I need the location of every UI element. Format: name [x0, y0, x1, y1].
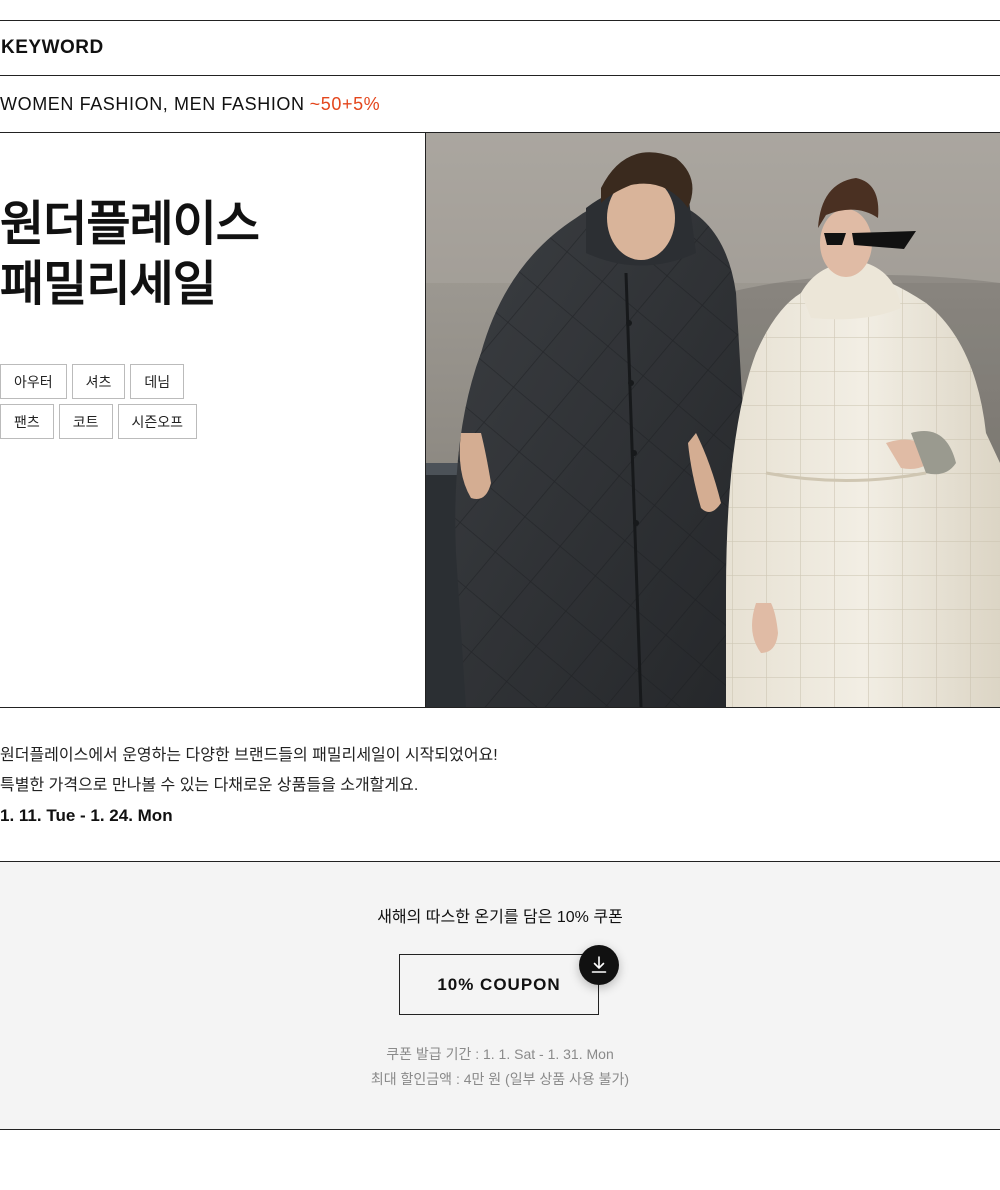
hero-title-line1: 원더플레이스	[0, 198, 260, 251]
hero-title: 원더플레이스 패밀리세일	[0, 195, 260, 315]
sale-period: 1. 11. Tue - 1. 24. Mon	[0, 806, 173, 825]
coupon-bottom-divider	[0, 1129, 1000, 1130]
keyword-header: KEYWORD	[0, 21, 1000, 75]
hero-title-line2: 패밀리세일	[0, 258, 217, 311]
coupon-heading: 새해의 따스한 온기를 담은 10% 쿠폰	[377, 909, 623, 926]
download-icon[interactable]	[579, 945, 619, 985]
category-line: WOMEN FASHION, MEN FASHION ~50+5%	[0, 76, 1000, 132]
hero-text-panel: 원더플레이스 패밀리세일 아우터 셔츠 데님 팬츠 코트 시즌오프	[0, 133, 425, 707]
coupon-section: 새해의 따스한 온기를 담은 10% 쿠폰 10% COUPON 쿠폰 발급 기…	[0, 862, 1000, 1129]
sale-description: 원더플레이스에서 운영하는 다양한 브랜드들의 패밀리세일이 시작되었어요! 특…	[0, 741, 1000, 831]
coupon-max-discount: 최대 할인금액 : 4만 원 (일부 상품 사용 불가)	[370, 1071, 630, 1087]
tag-row-2: 팬츠 코트 시즌오프	[0, 404, 420, 439]
tag-outer[interactable]: 아우터	[0, 364, 67, 399]
description-line-2: 특별한 가격으로 만나볼 수 있는 다채로운 상품들을 소개할게요.	[0, 777, 419, 794]
category-text: WOMEN FASHION, MEN FASHION	[0, 93, 305, 114]
category-tags: 아우터 셔츠 데님 팬츠 코트 시즌오프	[0, 364, 420, 444]
coupon-download-button[interactable]: 10% COUPON	[399, 954, 599, 1015]
tag-row-1: 아우터 셔츠 데님	[0, 364, 420, 399]
hero-photo	[426, 133, 1000, 707]
tag-denim[interactable]: 데님	[130, 364, 185, 399]
tag-season-off[interactable]: 시즌오프	[117, 404, 198, 439]
tag-coat[interactable]: 코트	[58, 404, 113, 439]
coupon-issue-period: 쿠폰 발급 기간 : 1. 1. Sat - 1. 31. Mon	[386, 1046, 614, 1062]
tag-pants[interactable]: 팬츠	[0, 404, 54, 439]
hero-bottom-divider	[0, 707, 1000, 708]
download-arrow-icon	[591, 956, 607, 973]
coupon-button-label: 10% COUPON	[437, 974, 561, 994]
category-discount: ~50+5%	[309, 93, 381, 114]
hero-section: 원더플레이스 패밀리세일 아우터 셔츠 데님 팬츠 코트 시즌오프	[0, 133, 1000, 707]
description-line-1: 원더플레이스에서 운영하는 다양한 브랜드들의 패밀리세일이 시작되었어요!	[0, 747, 498, 764]
keyword-title: KEYWORD	[1, 37, 104, 58]
models-in-padded-coats-image	[426, 133, 1000, 707]
tag-shirts[interactable]: 셔츠	[71, 364, 126, 399]
